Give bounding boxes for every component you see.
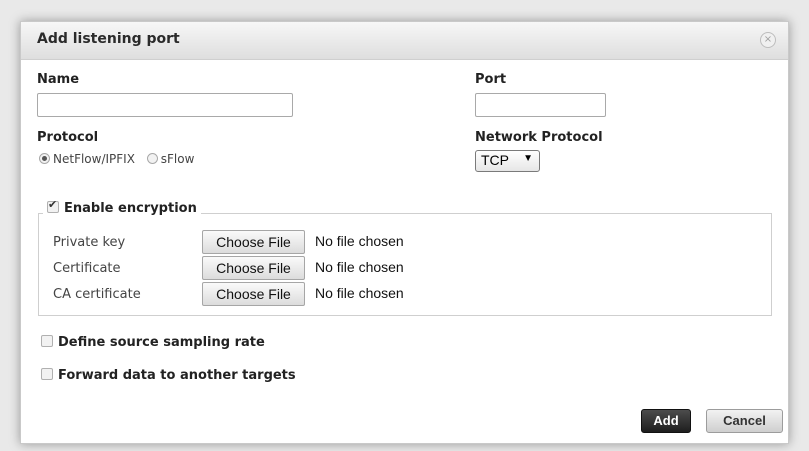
- ca-certificate-status: No file chosen: [315, 285, 404, 301]
- cancel-button[interactable]: Cancel: [706, 409, 783, 433]
- name-input[interactable]: [37, 93, 293, 117]
- certificate-label: Certificate: [53, 261, 121, 276]
- enable-encryption-checkbox[interactable]: Enable encryption: [43, 198, 201, 216]
- dialog-title: Add listening port: [37, 31, 180, 47]
- close-icon[interactable]: ×: [760, 32, 776, 48]
- radio-unselected-icon: [146, 153, 158, 164]
- checkbox-icon: [41, 368, 53, 380]
- add-button[interactable]: Add: [641, 409, 691, 433]
- checkbox-icon: [41, 335, 53, 347]
- sampling-rate-label: Define source sampling rate: [58, 335, 265, 350]
- ca-certificate-choose-file-button[interactable]: Choose File: [202, 282, 305, 306]
- encryption-fieldset: [38, 213, 772, 316]
- certificate-choose-file-button[interactable]: Choose File: [202, 256, 305, 280]
- private-key-status: No file chosen: [315, 233, 404, 249]
- certificate-status: No file chosen: [315, 259, 404, 275]
- network-protocol-value: TCP: [481, 152, 509, 168]
- network-protocol-select[interactable]: TCP ▼: [475, 150, 540, 172]
- private-key-choose-file-button[interactable]: Choose File: [202, 230, 305, 254]
- protocol-radio-group: NetFlow/IPFIX sFlow: [39, 152, 194, 166]
- ca-certificate-label: CA certificate: [53, 287, 141, 302]
- chevron-down-icon: ▼: [523, 153, 533, 164]
- dialog-titlebar: Add listening port ×: [21, 22, 788, 60]
- port-input[interactable]: [475, 93, 606, 117]
- enable-encryption-label: Enable encryption: [64, 201, 197, 216]
- sampling-rate-checkbox[interactable]: Define source sampling rate: [41, 335, 265, 350]
- check-icon: [47, 198, 59, 213]
- radio-selected-icon: [39, 153, 50, 164]
- forward-data-checkbox[interactable]: Forward data to another targets: [41, 368, 296, 383]
- port-label: Port: [475, 72, 507, 87]
- radio-netflow-label: NetFlow/IPFIX: [53, 152, 135, 166]
- radio-sflow[interactable]: sFlow: [146, 152, 195, 166]
- forward-data-label: Forward data to another targets: [58, 368, 296, 383]
- radio-netflow[interactable]: NetFlow/IPFIX: [39, 152, 135, 166]
- name-label: Name: [37, 72, 80, 87]
- private-key-label: Private key: [53, 235, 126, 250]
- radio-sflow-label: sFlow: [160, 152, 195, 166]
- protocol-label: Protocol: [37, 130, 99, 145]
- network-protocol-label: Network Protocol: [475, 130, 603, 145]
- add-listening-port-dialog: Add listening port × Name Port Protocol …: [20, 21, 789, 444]
